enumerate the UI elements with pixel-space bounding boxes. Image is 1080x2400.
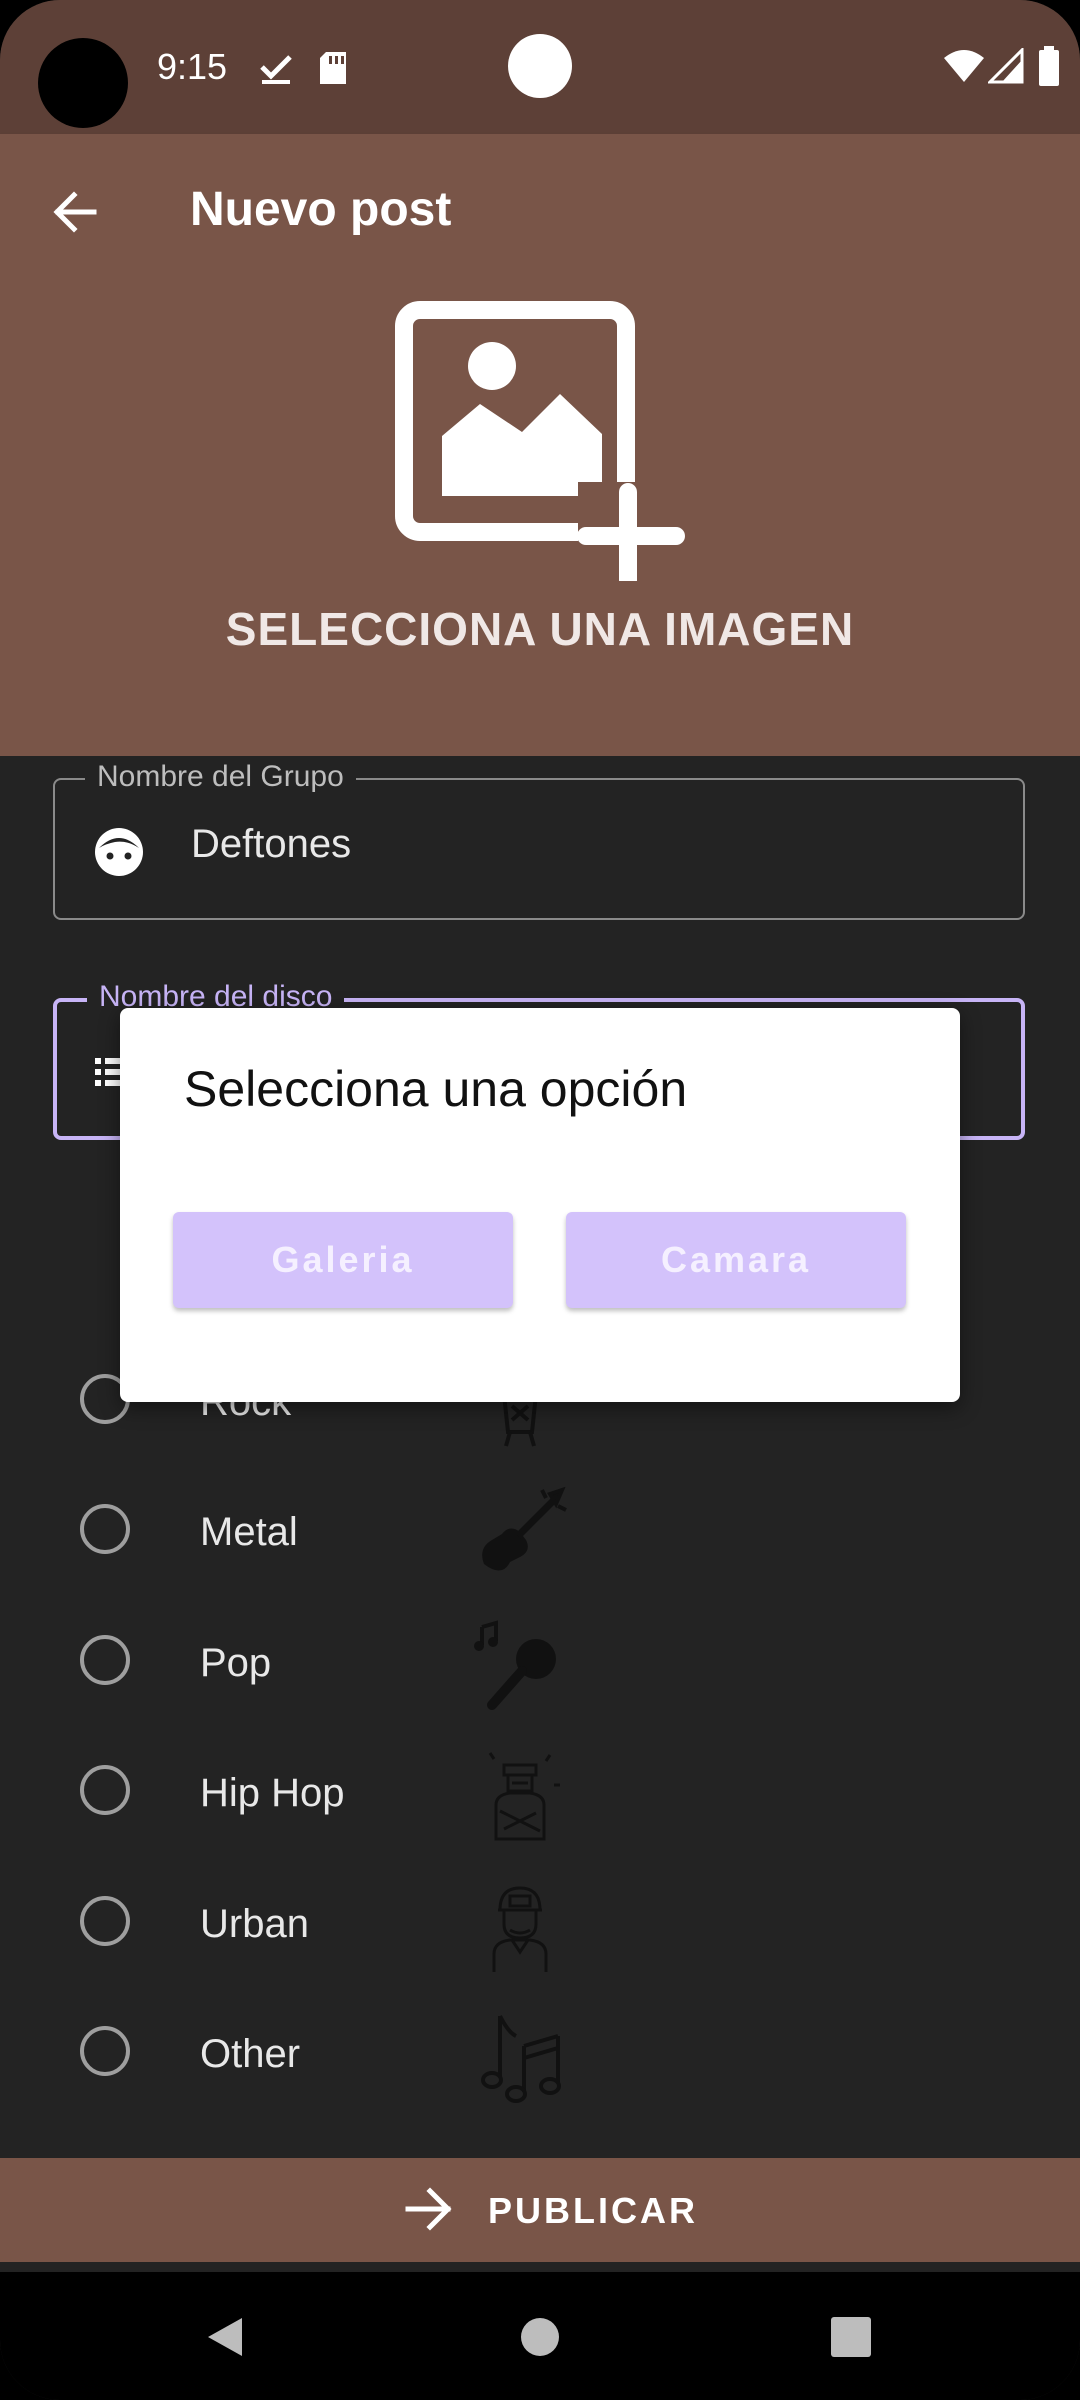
genre-option-pop[interactable]: Pop	[0, 1597, 1080, 1727]
genre-label: Hip Hop	[200, 1771, 345, 1815]
screen: 9:15 Nuevo post SELECCIONA UNA IMAGEN No…	[0, 0, 1080, 2400]
radio-button[interactable]	[80, 1635, 130, 1685]
wifi-icon	[944, 50, 984, 82]
radio-button[interactable]	[80, 1896, 130, 1946]
option-dialog: Selecciona una opción Galeria Camara	[120, 1008, 960, 1402]
hiphop-icon	[488, 1752, 560, 1841]
genre-label: Metal	[200, 1510, 298, 1554]
camera-button[interactable]: Camara	[566, 1212, 906, 1308]
face-icon	[95, 828, 143, 876]
publish-label: PUBLICAR	[488, 2190, 698, 2231]
radio-button[interactable]	[80, 1504, 130, 1554]
band-name-field[interactable]: Nombre del Grupo Deftones	[53, 760, 1025, 920]
image-picker-label: SELECCIONA UNA IMAGEN	[225, 603, 855, 655]
genre-option-hiphop[interactable]: Hip Hop	[0, 1727, 1080, 1857]
arrow-forward-icon	[405, 2187, 452, 2231]
navigation-bar	[0, 2272, 1080, 2400]
band-name-input[interactable]: Deftones	[191, 822, 351, 867]
radio-button[interactable]	[80, 1765, 130, 1815]
urban-icon	[492, 1886, 548, 1972]
dialog-title: Selecciona una opción	[184, 1061, 688, 1117]
music-notes-icon	[481, 2015, 561, 2103]
genre-label: Urban	[200, 1902, 309, 1946]
front-camera	[508, 34, 572, 98]
nav-recents-icon[interactable]	[830, 2316, 872, 2358]
signal-icon	[988, 48, 1024, 84]
battery-icon	[1039, 46, 1059, 86]
nav-back-icon[interactable]	[202, 2314, 248, 2360]
back-arrow-icon[interactable]	[48, 184, 104, 240]
page-title: Nuevo post	[190, 183, 452, 236]
gallery-button[interactable]: Galeria	[173, 1212, 513, 1308]
add-image-icon	[395, 301, 690, 581]
nav-home-icon[interactable]	[519, 2316, 561, 2358]
status-bar: 9:15	[0, 0, 1080, 134]
genre-option-other[interactable]: Other	[0, 1988, 1080, 2118]
genre-label: Other	[200, 2032, 301, 2076]
image-picker[interactable]: SELECCIONA UNA IMAGEN	[0, 284, 1080, 756]
genre-option-metal[interactable]: Metal	[0, 1466, 1080, 1596]
microphone-icon	[474, 1620, 556, 1710]
camera-cutout	[38, 38, 128, 128]
band-name-label: Nombre del Grupo	[85, 760, 356, 794]
sd-card-icon	[320, 52, 346, 84]
status-time: 9:15	[157, 46, 228, 87]
genre-label: Pop	[200, 1641, 272, 1685]
radio-button[interactable]	[80, 2026, 130, 2076]
guitar-icon	[482, 1486, 567, 1571]
app-bar: Nuevo post	[0, 134, 1080, 284]
publish-button[interactable]: PUBLICAR	[0, 2158, 1080, 2262]
genre-option-urban[interactable]: Urban	[0, 1858, 1080, 1988]
check-icon	[260, 55, 292, 84]
